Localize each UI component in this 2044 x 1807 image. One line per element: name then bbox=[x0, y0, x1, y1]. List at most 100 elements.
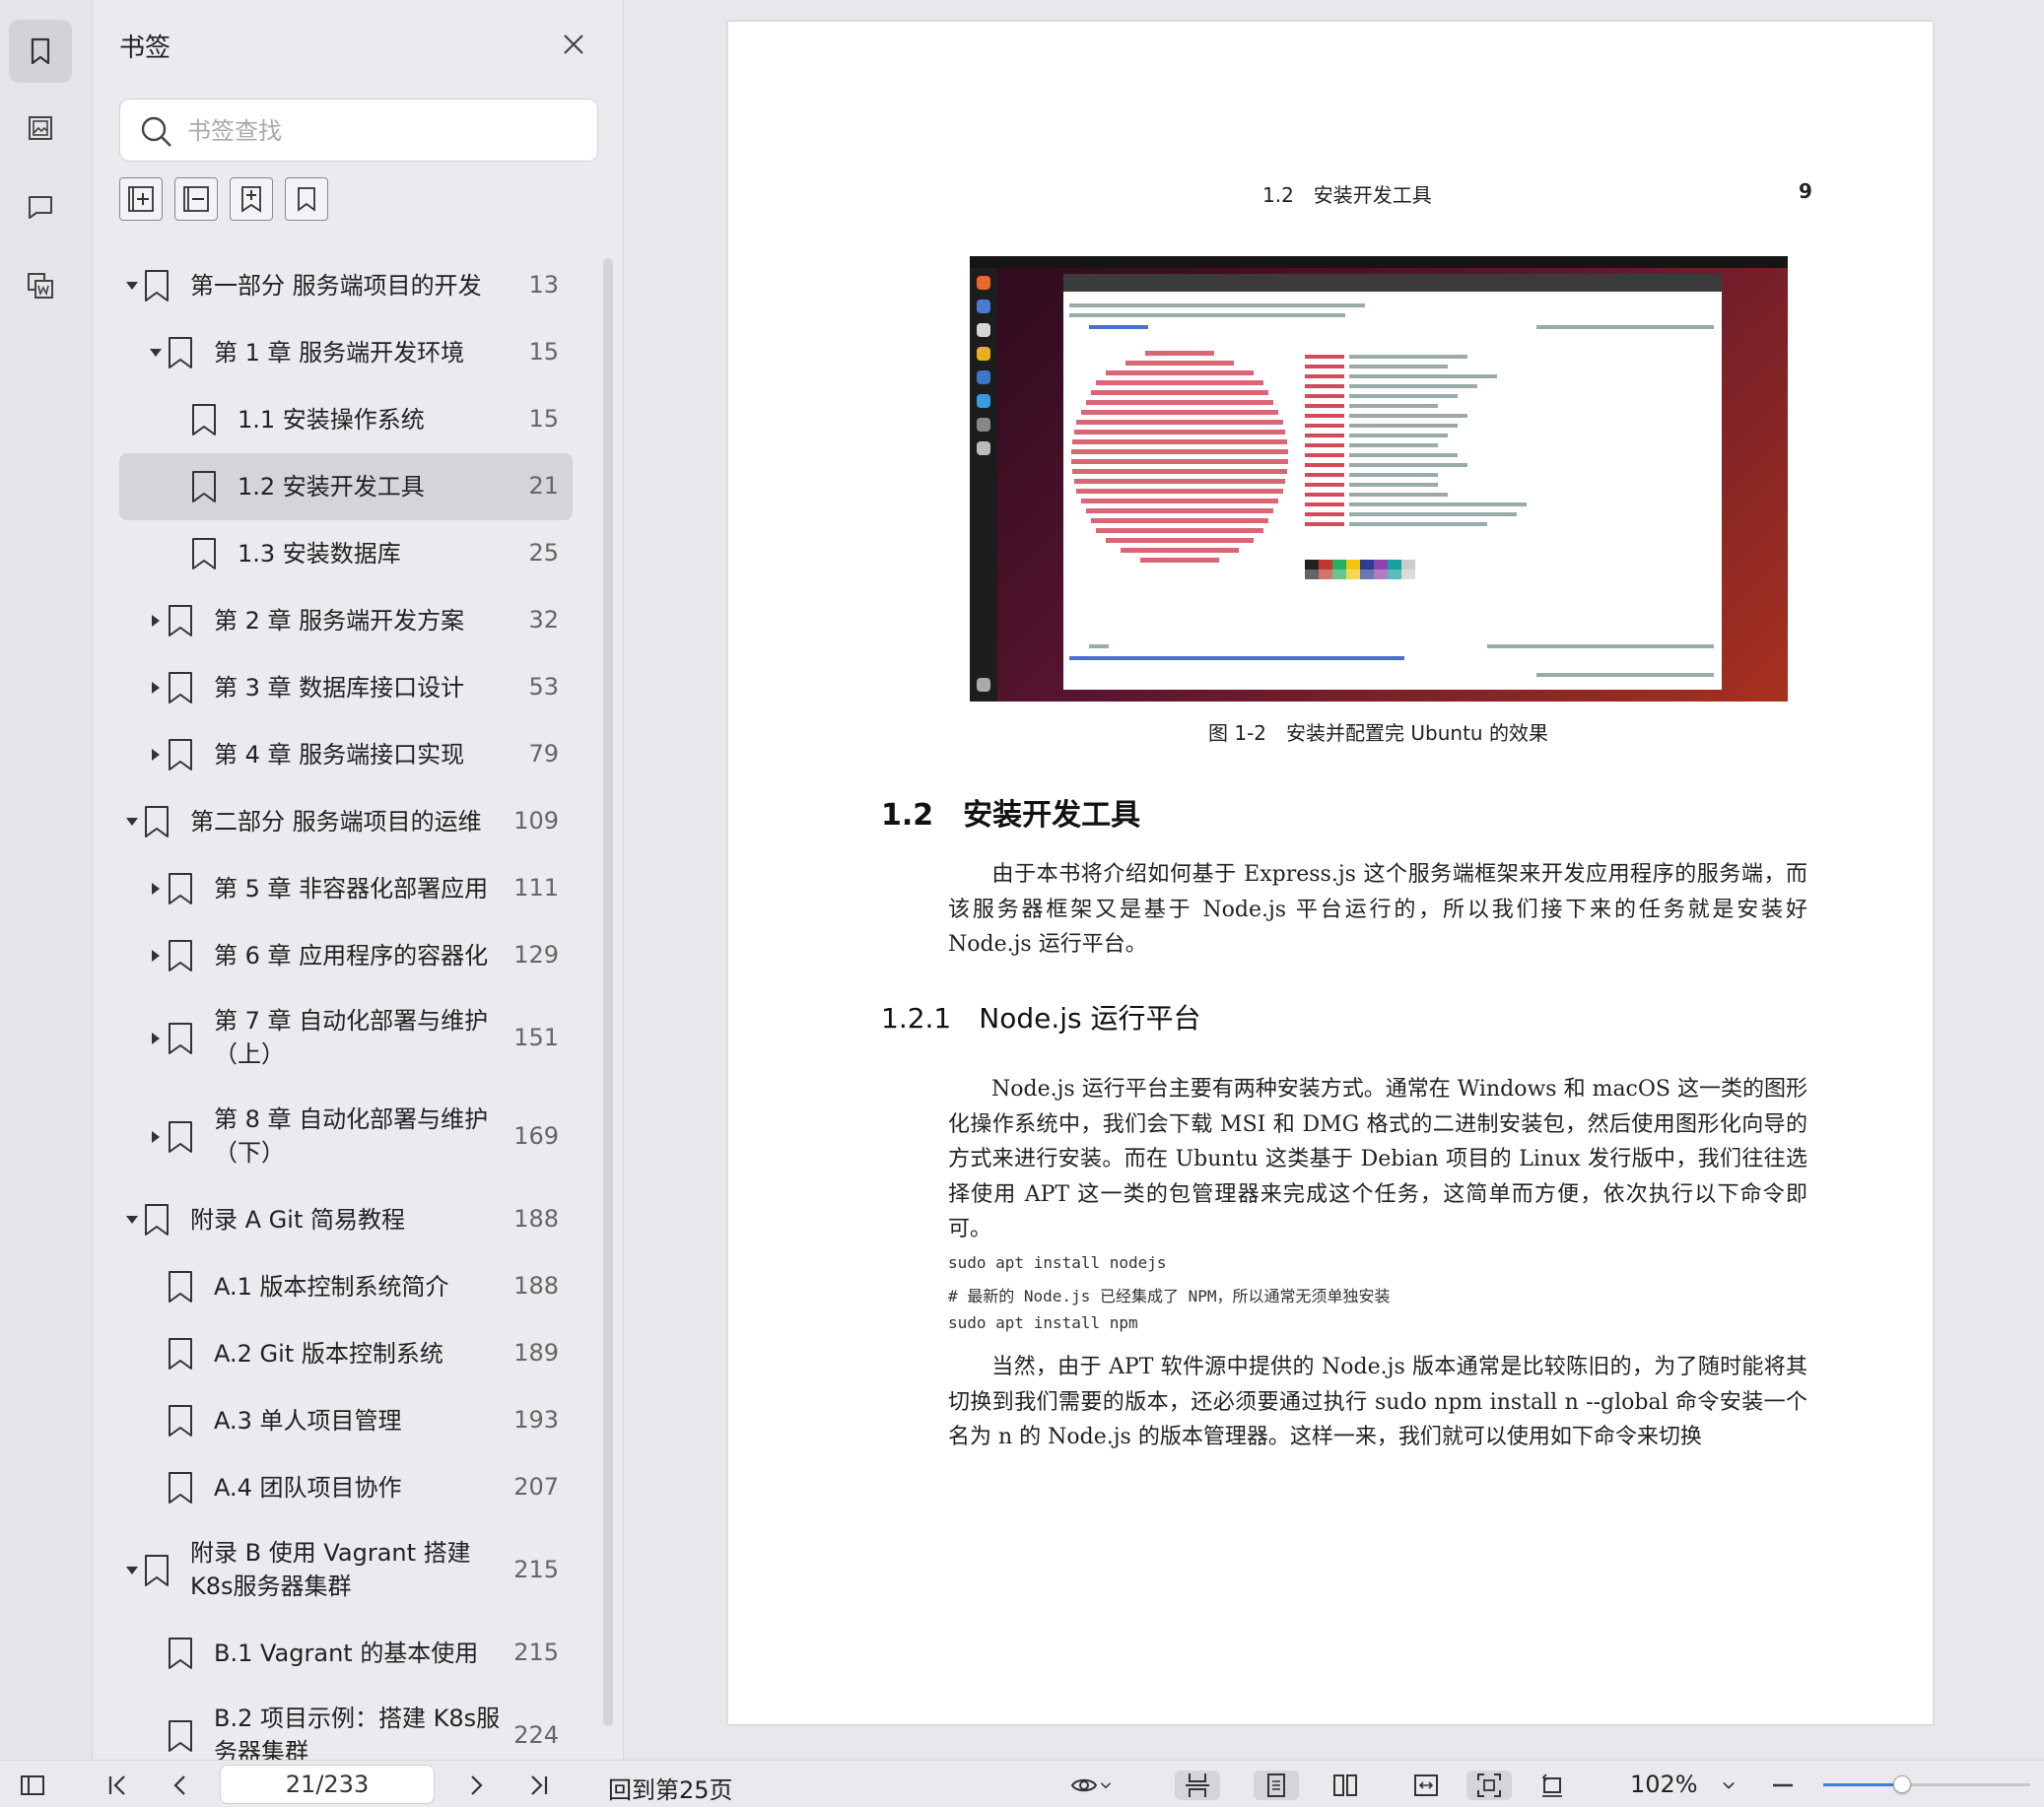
bookmark-item[interactable]: 第一部分 服务端项目的开发 13 bbox=[119, 252, 573, 319]
go-back-page-link[interactable]: 回到第25页 bbox=[608, 1771, 733, 1805]
fit-page-button[interactable] bbox=[1466, 1771, 1512, 1800]
document-page: 1.2 安装开发工具 9 图 1-2 安装并配置完 Ubuntu 的效果 1.2… bbox=[728, 22, 1933, 1724]
ascii-art-line bbox=[1074, 430, 1285, 435]
bookmark-item[interactable]: 第 5 章 非容器化部署应用 111 bbox=[119, 855, 573, 922]
zoom-slider-thumb[interactable] bbox=[1892, 1775, 1911, 1793]
expand-all-icon bbox=[128, 186, 154, 212]
reading-mode-dropdown[interactable] bbox=[1062, 1771, 1122, 1800]
terminal-line bbox=[1089, 644, 1109, 648]
neofetch-logo bbox=[1069, 351, 1290, 597]
ascii-art-line bbox=[1086, 508, 1273, 513]
bookmark-item[interactable]: B.2 项目示例：搭建 K8s服务器集群 224 bbox=[119, 1687, 573, 1760]
caret-right-icon[interactable] bbox=[149, 1130, 163, 1144]
previous-page-button[interactable] bbox=[164, 1771, 197, 1800]
caret-right-icon[interactable] bbox=[149, 681, 163, 695]
bookmark-item[interactable]: 第 7 章 自动化部署与维护（上） 151 bbox=[119, 989, 573, 1088]
first-page-button[interactable] bbox=[101, 1771, 134, 1800]
bookmark-search-input[interactable] bbox=[187, 111, 581, 151]
expand-all-button[interactable] bbox=[119, 177, 163, 221]
zoom-dropdown-button[interactable] bbox=[1715, 1771, 1742, 1800]
bookmark-item[interactable]: 第 3 章 数据库接口设计 53 bbox=[119, 654, 573, 721]
bookmark-item[interactable]: 1.1 安装操作系统 15 bbox=[119, 386, 573, 453]
info-value bbox=[1349, 522, 1487, 526]
chevron-down-icon bbox=[1100, 1782, 1112, 1789]
bookmark-item[interactable]: 附录 B 使用 Vagrant 搭建 K8s服务器集群 215 bbox=[119, 1521, 573, 1620]
bookmark-item[interactable]: A.1 版本控制系统简介 188 bbox=[119, 1253, 573, 1320]
ubuntu-screenshot-figure bbox=[970, 256, 1788, 702]
bookmarks-tab-button[interactable] bbox=[9, 20, 72, 83]
bookmark-search-box[interactable] bbox=[119, 99, 598, 162]
info-value bbox=[1349, 365, 1448, 368]
bookmark-item[interactable]: 第 6 章 应用程序的容器化 129 bbox=[119, 922, 573, 989]
caret-down-icon[interactable] bbox=[125, 815, 139, 829]
fit-width-button[interactable] bbox=[1403, 1771, 1449, 1800]
color-swatch bbox=[1360, 560, 1374, 569]
paragraph-version-manager-text: 当然，由于 APT 软件源中提供的 Node.js 版本通常是比较陈旧的，为了随… bbox=[948, 1355, 1807, 1449]
ascii-art-line bbox=[1106, 538, 1254, 543]
caret-down-icon[interactable] bbox=[125, 1213, 139, 1227]
collapse-all-button[interactable] bbox=[174, 177, 218, 221]
color-swatch bbox=[1388, 560, 1401, 569]
bookmark-page-number: 111 bbox=[513, 874, 559, 902]
paragraph-version-manager: 当然，由于 APT 软件源中提供的 Node.js 版本通常是比较陈旧的，为了随… bbox=[948, 1350, 1807, 1455]
attachments-tab-button[interactable] bbox=[9, 254, 72, 317]
info-key bbox=[1305, 493, 1344, 497]
info-key bbox=[1305, 424, 1344, 428]
caret-down-icon[interactable] bbox=[125, 1564, 139, 1577]
page-number-input[interactable] bbox=[220, 1765, 435, 1804]
bookmark-item[interactable]: B.1 Vagrant 的基本使用 215 bbox=[119, 1620, 573, 1687]
bookmark-item[interactable]: 第 8 章 自动化部署与维护（下） 169 bbox=[119, 1088, 573, 1186]
single-page-view-button[interactable] bbox=[1254, 1771, 1299, 1800]
code-line-1: sudo apt install nodejs bbox=[948, 1253, 1167, 1272]
bookmark-options-button[interactable] bbox=[285, 177, 328, 221]
zoom-out-button[interactable] bbox=[1766, 1771, 1800, 1800]
bookmark-item[interactable]: 附录 A Git 简易教程 188 bbox=[119, 1186, 573, 1253]
color-swatch bbox=[1332, 560, 1346, 569]
caret-right-icon[interactable] bbox=[149, 949, 163, 963]
subsection-heading: 1.2.1 Node.js 运行平台 bbox=[881, 1002, 1201, 1035]
caret-down-icon[interactable] bbox=[125, 279, 139, 293]
rotate-page-button[interactable] bbox=[1530, 1771, 1575, 1800]
next-page-button[interactable] bbox=[459, 1771, 493, 1800]
caret-right-icon[interactable] bbox=[149, 1032, 163, 1045]
thumbnails-tab-button[interactable] bbox=[9, 97, 72, 160]
ascii-art-line bbox=[1145, 351, 1214, 356]
bookmark-item[interactable]: 1.3 安装数据库 25 bbox=[119, 520, 573, 587]
bookmark-item[interactable]: 第 1 章 服务端开发环境 15 bbox=[119, 319, 573, 386]
ascii-art-line bbox=[1081, 410, 1278, 415]
document-view[interactable]: 1.2 安装开发工具 9 图 1-2 安装并配置完 Ubuntu 的效果 1.2… bbox=[625, 0, 2044, 1760]
bookmark-item[interactable]: 第 4 章 服务端接口实现 79 bbox=[119, 721, 573, 788]
caret-down-icon[interactable] bbox=[149, 346, 163, 360]
caret-right-icon[interactable] bbox=[149, 614, 163, 628]
ascii-art-line bbox=[1076, 420, 1283, 425]
color-swatch bbox=[1319, 569, 1332, 579]
add-bookmark-button[interactable] bbox=[230, 177, 273, 221]
terminal-window bbox=[1063, 274, 1722, 690]
caret-right-icon[interactable] bbox=[149, 882, 163, 896]
bookmark-item[interactable]: 1.2 安装开发工具 21 bbox=[119, 453, 573, 520]
terminal-titlebar bbox=[1063, 274, 1722, 292]
bookmark-item[interactable]: A.4 团队项目协作 207 bbox=[119, 1454, 573, 1521]
bookmark-item[interactable]: A.3 单人项目管理 193 bbox=[119, 1387, 573, 1454]
ascii-art-line bbox=[1076, 489, 1283, 494]
caret-right-icon[interactable] bbox=[149, 748, 163, 762]
last-page-button[interactable] bbox=[522, 1771, 556, 1800]
color-swatch bbox=[1305, 569, 1319, 579]
bookmark-item[interactable]: 第二部分 服务端项目的运维 109 bbox=[119, 788, 573, 855]
toggle-sidebar-button[interactable] bbox=[16, 1771, 49, 1800]
zoom-level[interactable]: 102% bbox=[1630, 1771, 1698, 1798]
ascii-art-line bbox=[1140, 558, 1219, 563]
bookmark-item[interactable]: A.2 Git 版本控制系统 189 bbox=[119, 1320, 573, 1387]
bookmark-label: 第 2 章 服务端开发方案 bbox=[214, 607, 465, 635]
color-swatch bbox=[1360, 569, 1374, 579]
info-value bbox=[1349, 404, 1438, 408]
comments-tab-button[interactable] bbox=[9, 175, 72, 238]
bookmark-item[interactable]: 第 2 章 服务端开发方案 32 bbox=[119, 587, 573, 654]
two-page-view-button[interactable] bbox=[1323, 1771, 1368, 1800]
close-panel-button[interactable] bbox=[559, 30, 588, 59]
page-break-view-button[interactable] bbox=[1175, 1771, 1220, 1800]
ascii-art-line bbox=[1125, 361, 1234, 366]
bookmark-scrollbar[interactable] bbox=[603, 258, 613, 1726]
terminal-icon bbox=[977, 418, 990, 432]
zoom-slider[interactable] bbox=[1823, 1775, 2030, 1793]
